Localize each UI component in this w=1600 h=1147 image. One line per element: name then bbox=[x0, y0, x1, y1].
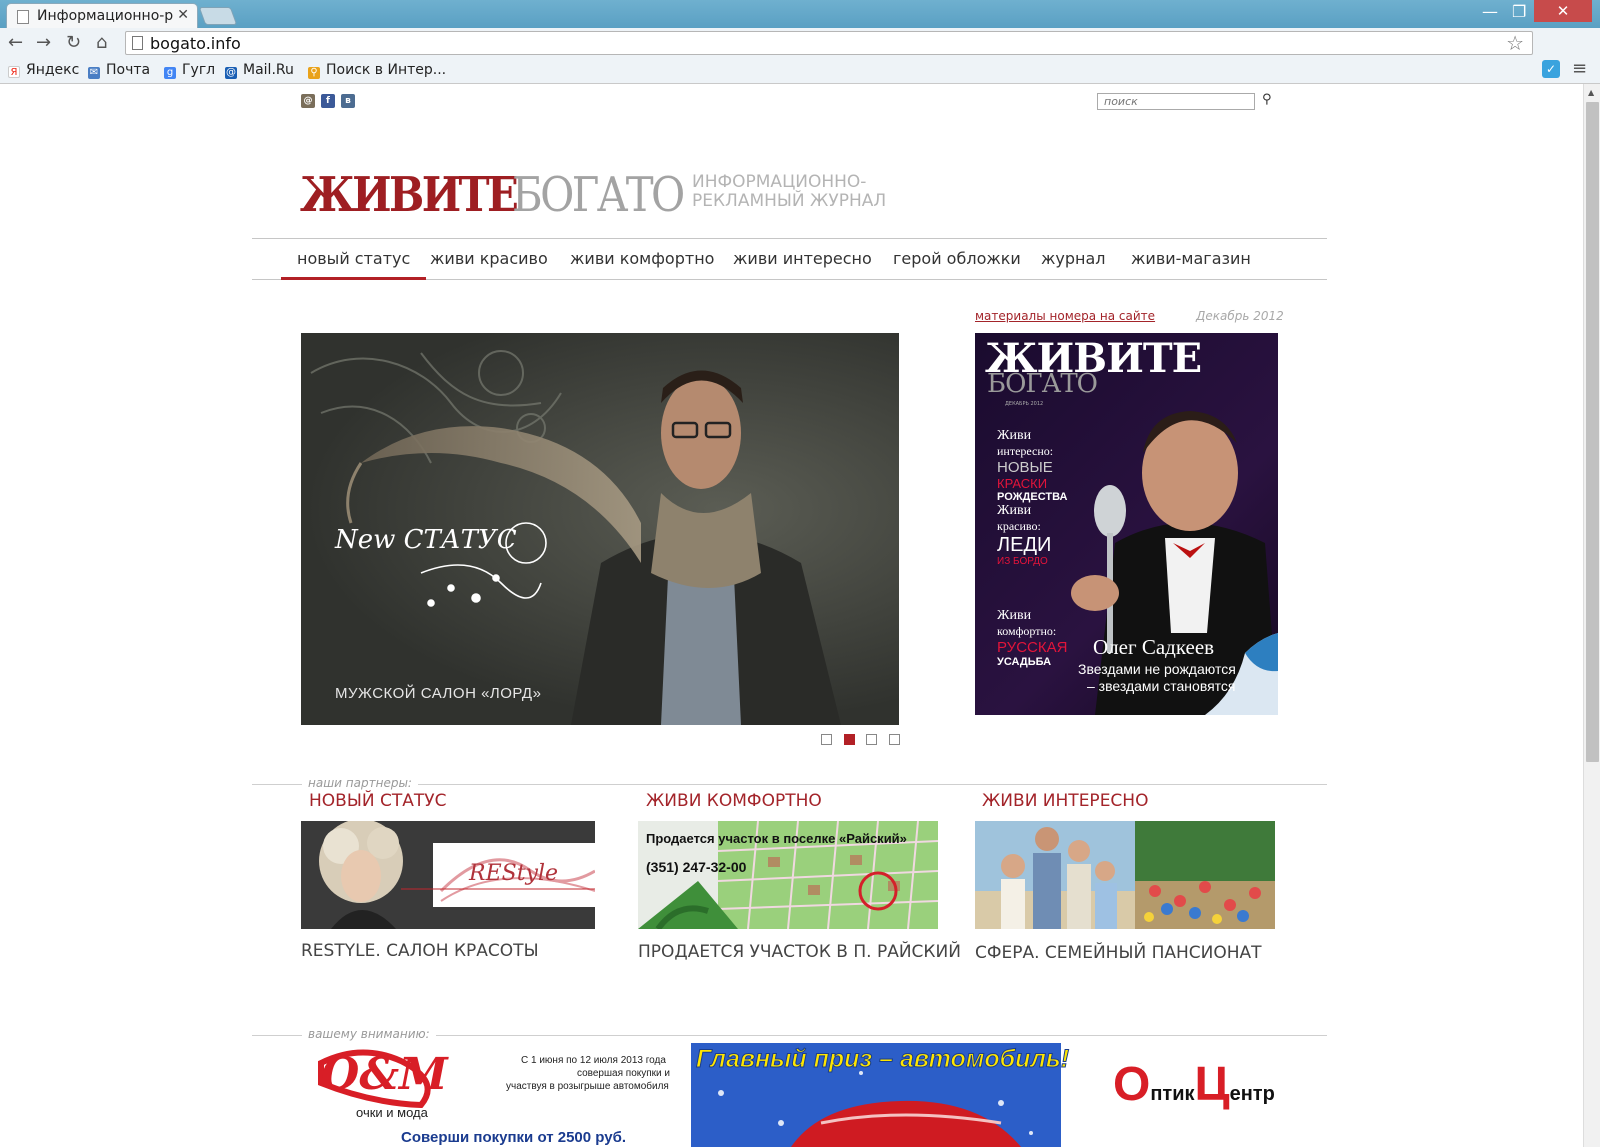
partner-category-3[interactable]: ЖИВИ ИНТЕРЕСНО bbox=[982, 791, 1148, 811]
partner-image-restyle[interactable]: REStyle bbox=[301, 821, 595, 929]
page-icon bbox=[132, 36, 143, 50]
cover-quote-2: – звездами становятся bbox=[1087, 678, 1236, 694]
mailru-icon: @ bbox=[225, 67, 237, 79]
promo-line-2: совершая покупки и bbox=[577, 1068, 670, 1079]
cover-blurb-2: Живи красиво: ЛЕДИ ИЗ БОРДО bbox=[997, 503, 1052, 567]
cover-blurb-1: Живи интересно: НОВЫЕ КРАСКИ РОЖДЕСТВА bbox=[997, 428, 1068, 503]
scrollbar-thumb[interactable] bbox=[1586, 102, 1599, 762]
google-icon: g bbox=[164, 67, 176, 79]
issue-date: Декабрь 2012 bbox=[1196, 309, 1284, 323]
search-magnifier-icon: ⚲ bbox=[308, 67, 320, 79]
hero-caption: МУЖСКОЙ САЛОН «ЛОРД» bbox=[335, 685, 542, 702]
reload-icon[interactable]: ↻ bbox=[66, 32, 81, 53]
partner-caption-3[interactable]: СФЕРА. СЕМЕЙНЫЙ ПАНСИОНАТ bbox=[975, 943, 1262, 963]
bookmark-yandex[interactable]: Я Яндекс bbox=[8, 62, 79, 78]
slider-dot-4[interactable] bbox=[889, 734, 900, 745]
nav-magazine[interactable]: журнал bbox=[1041, 249, 1106, 268]
restyle-logo: REStyle bbox=[469, 861, 559, 886]
tab-title: Информационно-р bbox=[37, 8, 174, 24]
promo-cta: Соверши покупки от 2500 руб. bbox=[401, 1129, 627, 1146]
hero-slide[interactable]: New СТАТУС МУЖСКОЙ САЛОН «ЛОРД» bbox=[301, 333, 899, 725]
slider-dot-1[interactable] bbox=[821, 734, 832, 745]
close-icon[interactable]: ✕ bbox=[177, 7, 189, 23]
window-close-button[interactable]: ✕ bbox=[1534, 0, 1592, 22]
om-subtitle: очки и мода bbox=[356, 1105, 428, 1120]
partner-image-plot[interactable]: Продается участок в поселке «Райский» (3… bbox=[638, 821, 938, 929]
site-tagline: ИНФОРМАЦИОННО- РЕКЛАМНЫЙ ЖУРНАЛ bbox=[692, 172, 887, 211]
bookmark-search[interactable]: ⚲ Поиск в Интер... bbox=[308, 62, 446, 79]
partner-caption-2[interactable]: ПРОДАЕТСЯ УЧАСТОК В П. РАЙСКИЙ bbox=[638, 942, 961, 962]
vkontakte-icon[interactable]: в bbox=[341, 94, 355, 108]
search-icon[interactable]: ⚲ bbox=[1262, 92, 1272, 107]
sfera-photo bbox=[975, 821, 1275, 929]
plot-ad-phone: (351) 247-32-00 bbox=[646, 859, 747, 875]
bookmark-google[interactable]: g Гугл bbox=[164, 62, 215, 79]
logo-grey-text: БОГАТО bbox=[512, 167, 685, 223]
search-input[interactable] bbox=[1097, 93, 1255, 110]
nav-shop[interactable]: живи-магазин bbox=[1131, 249, 1251, 268]
bookmark-mailru[interactable]: @ Mail.Ru bbox=[225, 62, 294, 79]
main-navigation: новый статус живи красиво живи комфортно… bbox=[252, 238, 1327, 280]
attention-label: вашему вниманию: bbox=[302, 1027, 436, 1041]
partners-label: наши партнеры: bbox=[302, 776, 418, 790]
promo-prize: Главный приз – автомобиль! bbox=[695, 1045, 1070, 1074]
home-icon[interactable]: ⌂ bbox=[96, 32, 107, 53]
scroll-up-icon[interactable]: ▲ bbox=[1588, 88, 1594, 97]
nav-new-status[interactable]: новый статус bbox=[281, 249, 427, 280]
tab-strip: Информационно-р ✕ — ❐ ✕ bbox=[0, 0, 1600, 28]
minimize-icon[interactable]: — bbox=[1482, 2, 1498, 21]
mail-icon: ✉ bbox=[88, 67, 100, 79]
cover-hero-name: Олег Садкеев bbox=[1093, 635, 1215, 659]
facebook-icon[interactable]: f bbox=[321, 94, 335, 108]
page-icon bbox=[17, 10, 29, 24]
slider-dot-2-active[interactable] bbox=[844, 734, 855, 745]
promo-banner[interactable]: О&М очки и мода С 1 июня по 12 июля 2013… bbox=[301, 1043, 1301, 1147]
cover-date: ДЕКАБРЬ 2012 bbox=[1005, 401, 1044, 407]
bookmark-mail[interactable]: ✉ Почта bbox=[88, 62, 150, 79]
back-icon[interactable]: ← bbox=[8, 32, 23, 53]
partner-image-sfera[interactable] bbox=[975, 821, 1275, 929]
nav-cover-hero[interactable]: герой обложки bbox=[893, 249, 1021, 268]
promo-line-3: участвуя в розыгрыше автомобиля bbox=[506, 1081, 669, 1092]
hero-brand: New СТАТУС bbox=[335, 525, 517, 555]
star-icon[interactable]: ☆ bbox=[1506, 31, 1524, 55]
partner-category-1[interactable]: НОВЫЙ СТАТУС bbox=[309, 791, 446, 811]
page-scrollbar[interactable]: ▲ bbox=[1583, 84, 1600, 1147]
url-text: bogato.info bbox=[150, 34, 241, 53]
nav-live-beautiful[interactable]: живи красиво bbox=[430, 249, 548, 268]
toolbar: ← → ↻ ⌂ bogato.info ☆ ✓ ≡ bbox=[0, 28, 1600, 79]
logo-red-text: ЖИВИТЕ bbox=[300, 167, 519, 223]
magazine-cover[interactable]: ЖИВИТЕ БОГАТО ДЕКАБРЬ 2012 Живи интересн… bbox=[975, 333, 1278, 715]
mailru-social-icon[interactable]: @ bbox=[301, 94, 315, 108]
browser-chrome: Информационно-р ✕ — ❐ ✕ ← → ↻ ⌂ bogato.i… bbox=[0, 0, 1600, 84]
cover-quote-1: Звездами не рождаются bbox=[1078, 661, 1236, 677]
om-logo: О&М bbox=[321, 1049, 448, 1100]
tab-active[interactable]: Информационно-р ✕ bbox=[6, 3, 198, 28]
plot-ad-text: Продается участок в поселке «Райский» bbox=[646, 831, 907, 846]
promo-line-1: С 1 июня по 12 июля 2013 года bbox=[521, 1055, 666, 1066]
nav-live-interesting[interactable]: живи интересно bbox=[733, 249, 872, 268]
optik-center-logo: ОптикЦентр bbox=[1113, 1058, 1275, 1111]
yandex-icon: Я bbox=[8, 66, 20, 78]
nav-live-comfortable[interactable]: живи комфортно bbox=[570, 249, 714, 268]
bookmarks-bar: Я Яндекс ✉ Почта g Гугл @ Mail.Ru ⚲ Поиск в И… bbox=[0, 58, 1600, 84]
partner-category-2[interactable]: ЖИВИ КОМФОРТНО bbox=[646, 791, 822, 811]
cover-blurb-3: Живи комфортно: РУССКАЯ УСАДЬБА bbox=[997, 608, 1068, 668]
partner-caption-1[interactable]: RESTYLE. САЛОН КРАСОТЫ bbox=[301, 941, 539, 961]
maximize-icon[interactable]: ❐ bbox=[1512, 2, 1526, 21]
address-bar[interactable]: bogato.info ☆ bbox=[125, 31, 1533, 55]
page-content: @ f в ⚲ ЖИВИТЕ БОГАТО ИНФОРМАЦИОННО- РЕК… bbox=[0, 84, 1583, 1147]
cover-title-2: БОГАТО bbox=[987, 369, 1098, 399]
issue-materials-link[interactable]: материалы номера на сайте bbox=[975, 309, 1155, 323]
forward-icon[interactable]: → bbox=[36, 32, 51, 53]
slider-dot-3[interactable] bbox=[866, 734, 877, 745]
new-tab-button[interactable] bbox=[198, 7, 238, 25]
